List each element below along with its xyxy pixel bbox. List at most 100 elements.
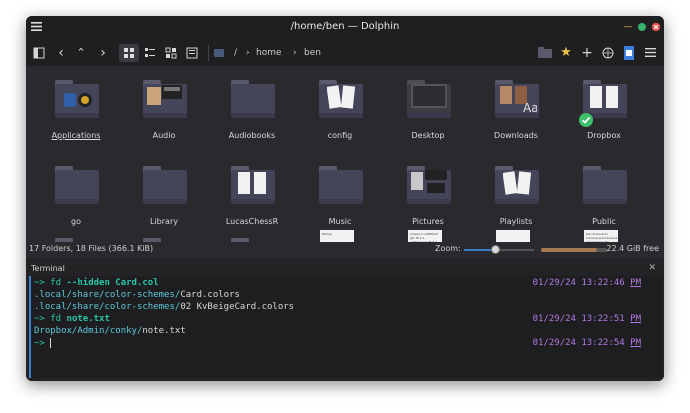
close-icon[interactable]: [651, 22, 661, 32]
item-label: Dropbox: [587, 131, 621, 140]
folder-item-audio[interactable]: Audio: [124, 74, 204, 144]
item-label: config: [327, 131, 353, 140]
svg-text:Aa: Aa: [523, 101, 537, 114]
dolphin-window: /home/ben — Dolphin — ‹ ⌃ › / › home › b…: [26, 16, 664, 381]
drive-icon[interactable]: [212, 44, 226, 62]
add-icon[interactable]: +: [579, 44, 595, 62]
status-bar: 17 Folders, 18 Files (366.1 KiB) Zoom: 2…: [26, 242, 664, 258]
item-label: Audiobooks: [228, 131, 276, 140]
breadcrumb-home[interactable]: home: [256, 45, 282, 61]
terminal-line: ~>: [34, 338, 52, 349]
item-label: Public: [592, 217, 616, 226]
folder-icon: [143, 80, 187, 118]
folder-icon: [495, 166, 539, 204]
terminal-line: .local/share/color-schemes/02 KvBeigeCar…: [34, 302, 295, 312]
folder-item-applications[interactable]: Applications: [36, 74, 116, 144]
item-label: Playlists: [499, 217, 533, 226]
folder-item-partial[interactable]: [212, 232, 292, 242]
item-label: Audio: [152, 131, 176, 140]
folder-item-audiobooks[interactable]: Audiobooks: [212, 74, 292, 144]
zoom-label: Zoom:: [435, 244, 461, 253]
terminal-title: Terminal: [31, 264, 65, 273]
folder-item-pictures[interactable]: Pictures: [388, 160, 468, 230]
timestamp: 01/29/24 13:22:54 PM: [532, 338, 641, 348]
up-icon[interactable]: ⌃: [74, 44, 88, 62]
timestamp: 01/29/24 13:22:51 PM: [532, 314, 641, 324]
folder-item-partial[interactable]: [124, 232, 204, 242]
document-thumbnail[interactable]: [496, 230, 530, 242]
terminal-output[interactable]: ~> fd --hidden Card.col 01/29/24 13:22:4…: [29, 276, 663, 378]
folder-item-dropbox[interactable]: Dropbox: [564, 74, 644, 144]
compact-view-icon[interactable]: [142, 44, 158, 62]
folder-icon: [319, 80, 363, 118]
close-icon[interactable]: ✕: [648, 263, 656, 273]
folder-summary: 17 Folders, 18 Files (366.1 KiB): [29, 244, 154, 253]
text-cursor: [50, 338, 52, 348]
folder-item-music[interactable]: Music: [300, 160, 380, 230]
document-thumbnail[interactable]: scripts.rc.GEBUILD gfx fit.2.1 settings.…: [408, 230, 442, 242]
item-label: Pictures: [412, 217, 444, 226]
folder-item-config[interactable]: config: [300, 74, 380, 144]
document-thumbnail[interactable]: Bishop: [320, 230, 354, 242]
folder-icon[interactable]: [537, 44, 553, 62]
item-label: Downloads: [494, 131, 538, 140]
maximize-icon[interactable]: [637, 22, 647, 32]
globe-icon[interactable]: [600, 44, 616, 62]
title-bar: /home/ben — Dolphin —: [26, 16, 664, 40]
item-label: go: [71, 217, 81, 226]
folder-icon: [407, 166, 451, 204]
hamburger-menu-icon[interactable]: [642, 44, 658, 62]
chevron-right-icon: ›: [246, 48, 250, 58]
sidebar-toggle-icon[interactable]: [32, 44, 46, 62]
dropbox-icon[interactable]: [621, 44, 637, 62]
folder-item-library[interactable]: Library: [124, 160, 204, 230]
back-icon[interactable]: ‹: [54, 44, 68, 62]
folder-item-lucaschessr[interactable]: LucasChessR: [212, 160, 292, 230]
timestamp: 01/29/24 13:22:46 PM: [532, 278, 641, 288]
folder-icon: [143, 166, 187, 204]
folder-item-downloads[interactable]: Aa Downloads: [476, 74, 556, 144]
terminal-line: ~> fd --hidden Card.col: [34, 278, 159, 288]
item-label: Applications: [51, 131, 101, 140]
preview-icon[interactable]: [184, 44, 200, 62]
minimize-icon[interactable]: —: [623, 22, 633, 32]
item-label: LucasChessR: [225, 217, 279, 226]
zoom-slider[interactable]: [464, 245, 534, 254]
folder-item-desktop[interactable]: Desktop: [388, 74, 468, 144]
folder-icon: [231, 80, 275, 118]
terminal-panel: Terminal ✕ ~> fd --hidden Card.col 01/29…: [26, 258, 664, 381]
folder-item-public[interactable]: Public: [564, 160, 644, 230]
item-label: Music: [328, 217, 352, 226]
sync-check-icon: [579, 113, 593, 127]
folder-icon: [583, 166, 627, 204]
window-title: /home/ben — Dolphin: [290, 21, 400, 32]
item-label: Desktop: [411, 131, 445, 140]
zoom-slider-handle[interactable]: [491, 245, 500, 254]
folder-icon: Aa: [495, 80, 539, 118]
terminal-line: Dropbox/Admin/conky/note.txt: [34, 326, 186, 336]
chevron-right-icon: ›: [293, 48, 297, 58]
file-grid: Applications Audio Audiobooks config Des…: [26, 66, 664, 242]
terminal-line: .local/share/color-schemes/Card.colors: [34, 290, 240, 300]
folder-icon: [55, 166, 99, 204]
breadcrumb-ben[interactable]: ben: [304, 45, 321, 61]
free-space: 22.4 GiB free: [606, 244, 659, 253]
star-icon[interactable]: ★: [558, 44, 574, 62]
disk-usage-fill: [541, 248, 598, 252]
folder-item-playlists[interactable]: Playlists: [476, 160, 556, 230]
breadcrumb-root[interactable]: /: [234, 45, 237, 61]
folder-icon: [55, 80, 99, 118]
folder-item-partial[interactable]: [36, 232, 116, 242]
toolbar: ‹ ⌃ › / › home › ben ★ +: [26, 40, 664, 66]
document-thumbnail[interactable]: Pen dimension summary/workspace monitor/…: [584, 230, 618, 242]
icons-view-icon[interactable]: [119, 44, 139, 62]
folder-icon: [407, 80, 451, 118]
disk-usage-bar: [541, 248, 607, 252]
folder-icon: [319, 166, 363, 204]
item-label: Library: [150, 217, 178, 226]
terminal-line: ~> fd note.txt: [34, 314, 110, 324]
toolbar-divider: [208, 45, 209, 61]
details-view-icon[interactable]: [163, 44, 179, 62]
forward-icon[interactable]: ›: [96, 44, 110, 62]
folder-item-go[interactable]: go: [36, 160, 116, 230]
